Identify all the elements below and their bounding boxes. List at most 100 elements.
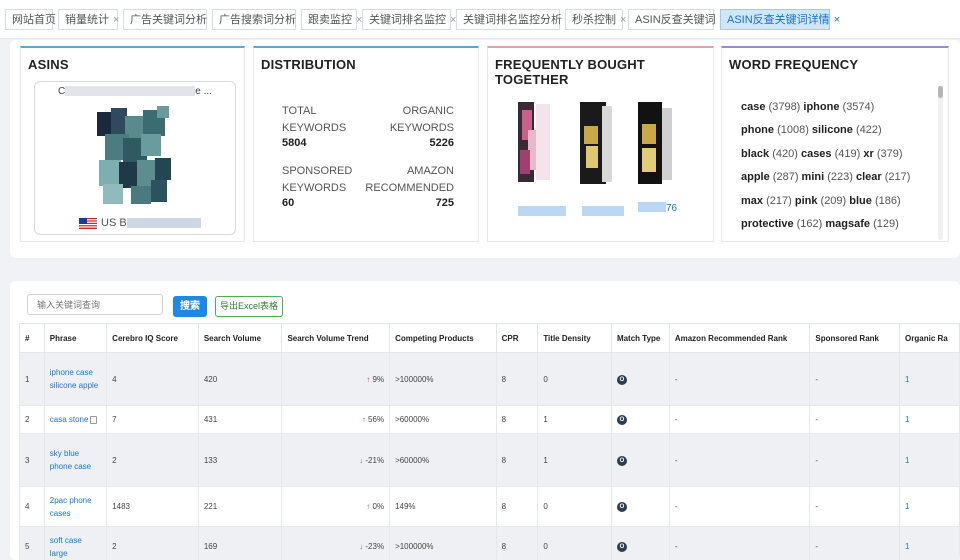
search-button[interactable]: 搜索	[173, 296, 207, 317]
frequency-word[interactable]: phone	[741, 124, 774, 136]
word-frequency-row: protective (162) magsafe (129)	[741, 213, 941, 236]
match-type-badge: O	[616, 542, 627, 552]
cell-phrase[interactable]: sky blue phone case	[43, 433, 108, 487]
distribution-stats: TOTAL KEYWORDS ORGANIC KEYWORDS 5804 522…	[282, 103, 454, 223]
cell-organic[interactable]: 1	[899, 405, 960, 434]
close-icon[interactable]: ×	[834, 14, 840, 26]
cell-comp: 149%	[389, 486, 497, 527]
column-header[interactable]: Search Volume Trend	[281, 323, 391, 353]
column-header[interactable]: Title Density	[537, 323, 612, 353]
organic-keywords-label: ORGANIC KEYWORDS	[389, 105, 454, 134]
column-header[interactable]: Organic Ra	[899, 323, 960, 353]
product-title[interactable]: Ce ...	[43, 86, 227, 97]
frequency-word[interactable]: blue	[849, 195, 872, 207]
copy-icon[interactable]	[90, 415, 98, 424]
fbt-product-image-1[interactable]	[514, 100, 554, 188]
cell-sponsored: -	[809, 433, 901, 487]
column-header[interactable]: Competing Products	[389, 323, 497, 353]
cell-sponsored: -	[809, 526, 901, 560]
fbt-product-image-3[interactable]	[634, 100, 674, 188]
tab-7[interactable]: 关键词排名监控分析×	[456, 9, 572, 30]
tab-8[interactable]: 秒杀控制 ×	[565, 9, 626, 30]
tab-label: 网站首页	[12, 14, 56, 26]
frequency-word[interactable]: protective	[741, 218, 794, 230]
tab-6[interactable]: 关键词排名监控 ×	[362, 9, 456, 30]
frequency-word[interactable]: clear	[856, 171, 882, 183]
table-row: 3 sky blue phone case 2 133 ↓ -21% >60000% 8 1 O…	[19, 433, 960, 487]
frequency-count: (3798)	[768, 101, 801, 113]
cell-match: O	[610, 352, 670, 406]
word-frequency-title: WORD FREQUENCY	[729, 57, 859, 72]
table-row: 1 iphone case silicone apple 4 420 ↑ 9% >1000…	[19, 352, 960, 406]
cell-idx: 2	[19, 405, 45, 434]
us-flag-icon	[79, 217, 97, 229]
cell-match: O	[610, 526, 670, 560]
phrase-link[interactable]: iphone case silicone apple	[50, 368, 98, 390]
phrase-link[interactable]: soft case large	[50, 536, 82, 558]
tab-9[interactable]: ASIN反查关键词×	[628, 9, 726, 30]
amazon-recommended-label: AMAZON RECOMMENDED	[365, 165, 454, 194]
export-excel-button[interactable]: 导出Excel表格	[215, 296, 283, 317]
frequency-word[interactable]: mini	[802, 171, 825, 183]
frequency-word[interactable]: iphone	[803, 101, 839, 113]
column-header[interactable]: Cerebro IQ Score	[106, 323, 199, 353]
cell-sv: 420	[197, 352, 283, 406]
phrase-link[interactable]: 2pac phone cases	[50, 496, 92, 518]
tab-5[interactable]: 跟卖监控 ×	[301, 9, 362, 30]
tab-2[interactable]: 销量统计 ×	[58, 9, 119, 30]
column-header[interactable]: Search Volume	[197, 323, 283, 353]
cell-comp: >100000%	[389, 352, 497, 406]
close-icon[interactable]: ×	[113, 14, 119, 26]
column-header[interactable]: Match Type	[610, 323, 670, 353]
cell-organic[interactable]: 1	[899, 486, 960, 527]
tab-3[interactable]: 广告关键词分析×	[123, 9, 217, 30]
fbt-asin-link-2[interactable]	[582, 206, 624, 216]
column-header[interactable]: #	[19, 323, 45, 353]
cell-sv: 221	[197, 486, 283, 527]
fbt-asin-link-3[interactable]: 76	[638, 201, 677, 214]
trend-value: 9%	[372, 374, 385, 384]
cell-amazon: -	[668, 352, 811, 406]
overview-panel: ASINS Ce ... US B DISTRIBUTION TOTAL KEY…	[10, 40, 960, 258]
cell-phrase[interactable]: soft case large	[43, 526, 108, 560]
word-frequency-scrollbar[interactable]	[938, 86, 943, 240]
column-header[interactable]: CPR	[495, 323, 539, 353]
word-frequency-row: phone (1008) silicone (422)	[741, 119, 941, 142]
keyword-search-input[interactable]	[27, 294, 163, 315]
column-header[interactable]: Amazon Recommended Rank	[668, 323, 811, 353]
column-header[interactable]: Sponsored Rank	[809, 323, 901, 353]
cell-phrase[interactable]: iphone case silicone apple	[43, 352, 108, 406]
trend-value: -21%	[365, 455, 385, 465]
cell-phrase[interactable]: 2pac phone cases	[43, 486, 108, 527]
frequency-word[interactable]: case	[741, 101, 765, 113]
frequency-word[interactable]: max	[741, 195, 763, 207]
fbt-product-image-2[interactable]	[576, 100, 616, 188]
frequency-word[interactable]: xr	[863, 148, 873, 160]
phrase-link[interactable]: casa stone	[50, 415, 89, 424]
table-row: 5 soft case large 2 169 ↓ -23% >100000% 8 0 O - -1	[19, 526, 960, 560]
cell-amazon: -	[668, 486, 811, 527]
cell-organic[interactable]: 1	[899, 526, 960, 560]
frequency-word[interactable]: magsafe	[825, 218, 870, 230]
tab-10[interactable]: ASIN反查关键词详情 ×	[720, 9, 840, 30]
tab-4[interactable]: 广告搜索词分析×	[212, 9, 306, 30]
phrase-link[interactable]: sky blue phone case	[50, 449, 91, 471]
asin-item[interactable]: Ce ... US B	[34, 81, 236, 235]
cell-cpr: 8	[495, 352, 539, 406]
fbt-asin-link-1[interactable]	[518, 206, 566, 216]
cell-organic[interactable]: 1	[899, 352, 960, 406]
frequency-word[interactable]: silicone	[812, 124, 853, 136]
cell-phrase[interactable]: casa stone	[43, 405, 108, 434]
tab-1[interactable]: 网站首页	[5, 9, 56, 30]
frequency-word[interactable]: cases	[801, 148, 832, 160]
fbt-card: FREQUENTLY BOUGHT TOGETHER 76	[487, 46, 714, 242]
cell-organic[interactable]: 1	[899, 433, 960, 487]
product-image[interactable]	[91, 104, 179, 208]
frequency-word[interactable]: apple	[741, 171, 770, 183]
frequency-word[interactable]: pink	[795, 195, 818, 207]
sponsored-keywords-value: 60	[282, 197, 295, 209]
close-icon[interactable]: ×	[620, 14, 626, 26]
cell-trend: ↑ 56%	[281, 405, 391, 434]
column-header[interactable]: Phrase	[43, 323, 108, 353]
frequency-word[interactable]: black	[741, 148, 769, 160]
